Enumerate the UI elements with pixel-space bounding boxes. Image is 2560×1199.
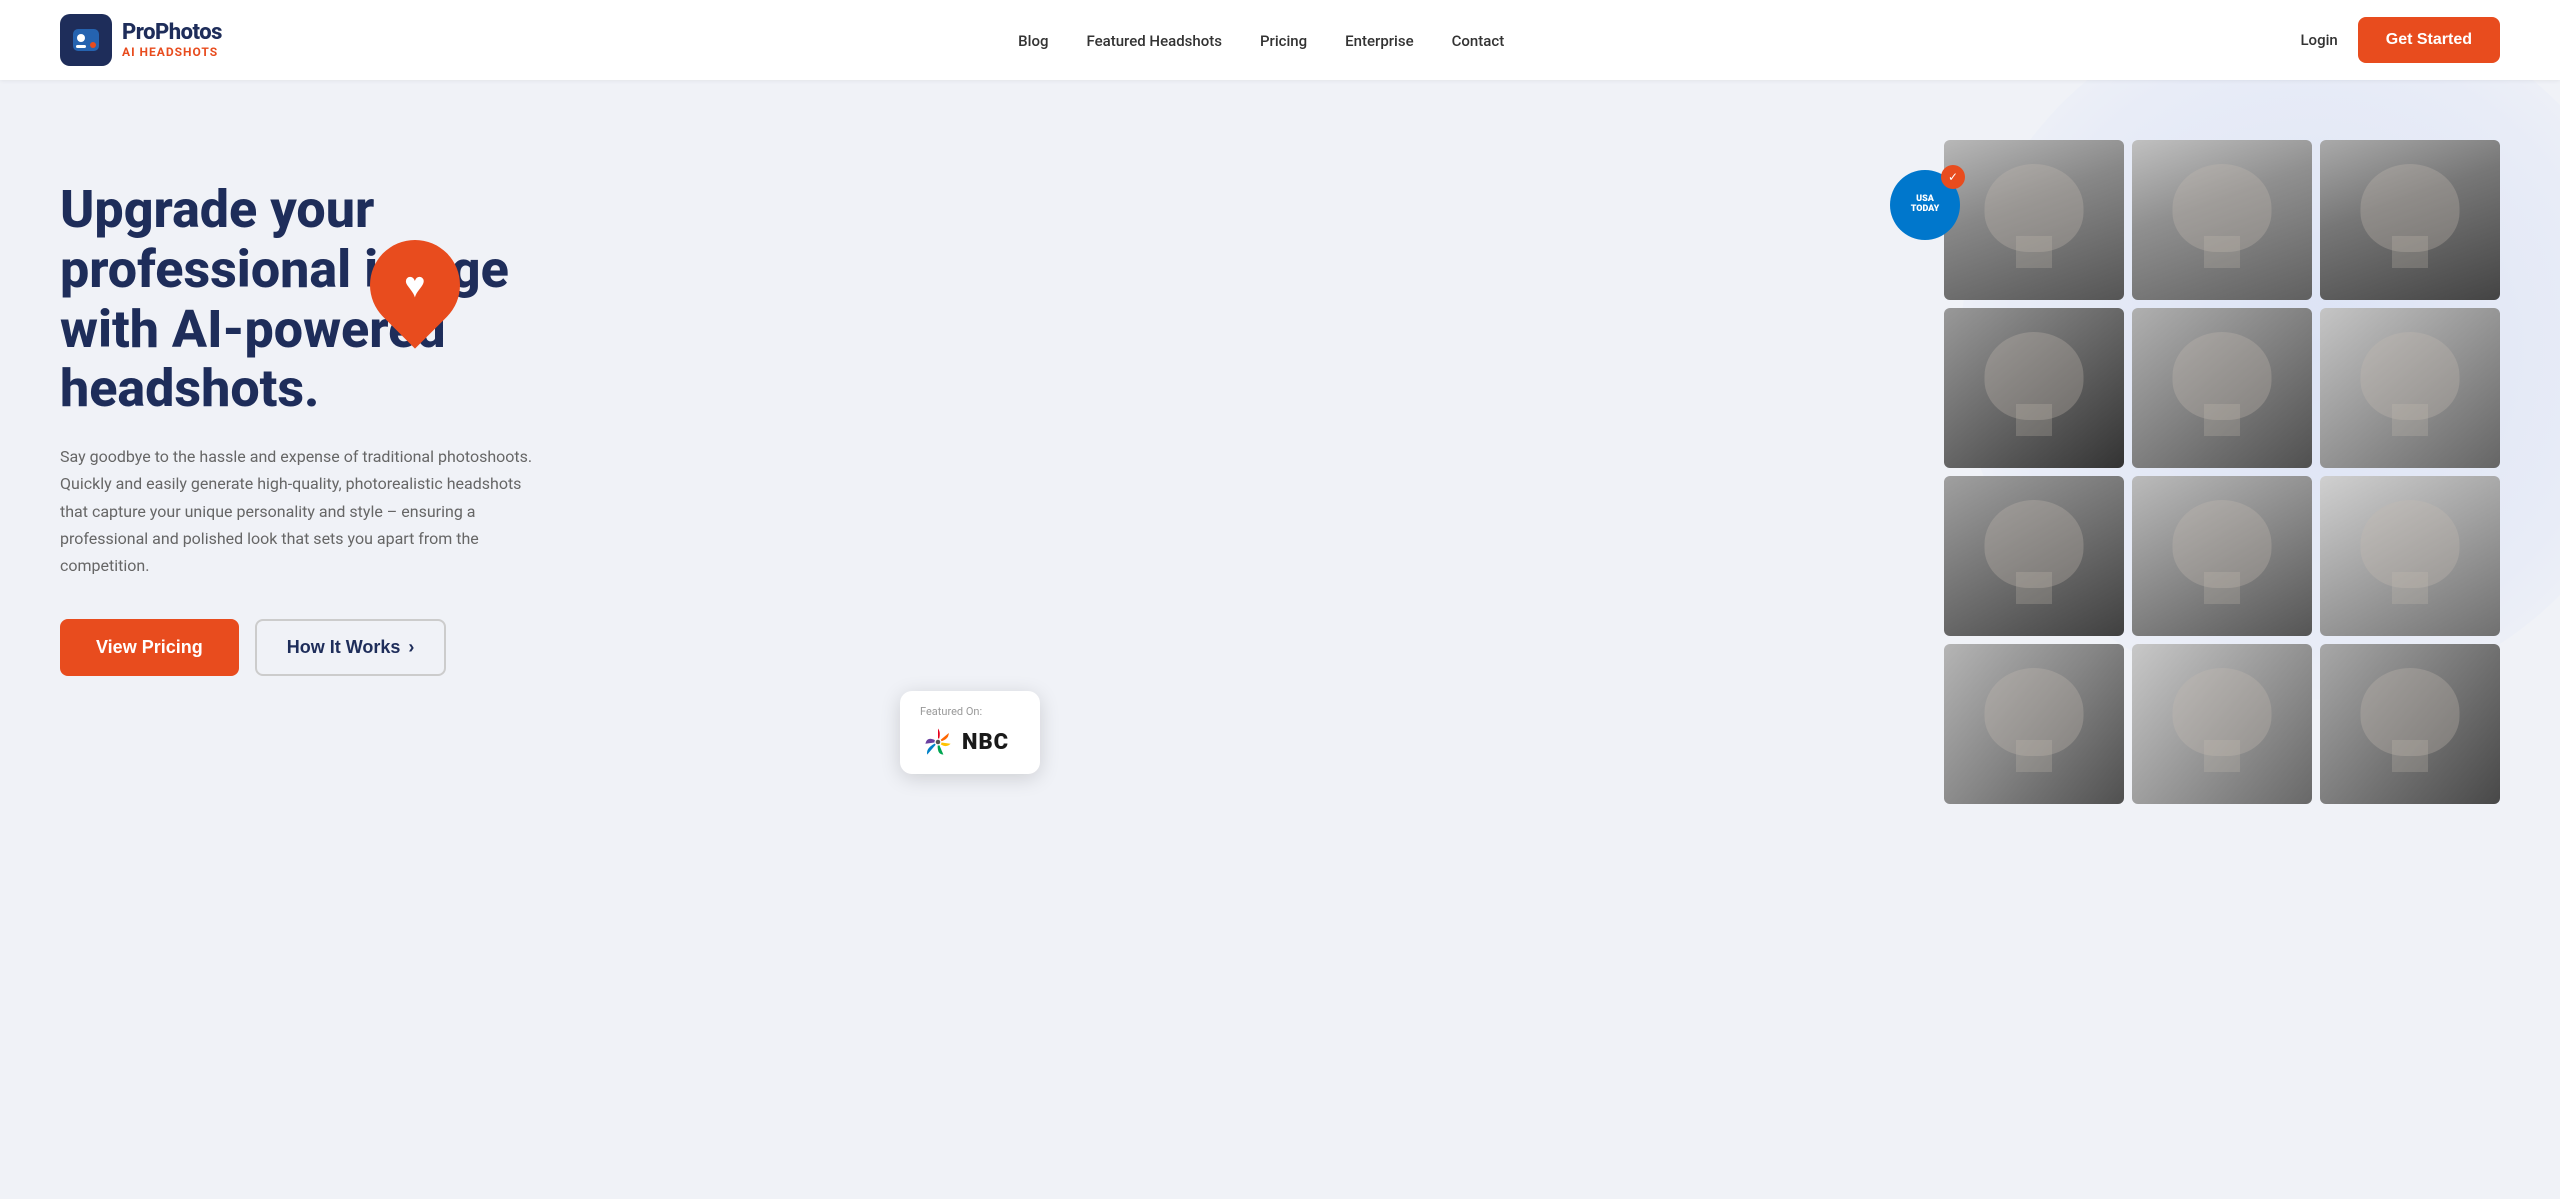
photo-cell-9	[2320, 476, 2500, 636]
logo-area: ProPhotos AI HEADSHOTS	[60, 14, 222, 66]
nav-item-pricing[interactable]: Pricing	[1260, 31, 1307, 50]
photos-grid	[1944, 140, 2500, 804]
face-neck-2	[2204, 236, 2240, 268]
face-neck-8	[2204, 572, 2240, 604]
photo-cell-11	[2132, 644, 2312, 804]
hero-section: Upgrade your professional image with AI-…	[0, 80, 2560, 804]
photo-cell-3	[2320, 140, 2500, 300]
usa-today-badge: USA TODAY ✓	[1890, 170, 1960, 240]
navbar: ProPhotos AI HEADSHOTS Blog Featured Hea…	[0, 0, 2560, 80]
face-neck-11	[2204, 740, 2240, 772]
heart-icon: ♥	[404, 264, 425, 306]
nbc-text: NBC	[962, 730, 1009, 755]
nav-link-blog[interactable]: Blog	[1018, 32, 1048, 50]
nav-item-contact[interactable]: Contact	[1452, 31, 1505, 50]
nav-item-featured[interactable]: Featured Headshots	[1086, 31, 1221, 50]
featured-on-card: Featured On: NBC	[900, 691, 1040, 774]
nav-link-enterprise[interactable]: Enterprise	[1345, 32, 1413, 50]
photo-cell-4	[1944, 308, 2124, 468]
logo-icon	[60, 14, 112, 66]
how-it-works-button[interactable]: How It Works ›	[255, 619, 447, 676]
face-neck-1	[2016, 236, 2052, 268]
featured-on-label: Featured On:	[920, 705, 1020, 718]
nav-link-contact[interactable]: Contact	[1452, 32, 1505, 50]
nav-link-pricing[interactable]: Pricing	[1260, 32, 1307, 50]
photo-cell-8	[2132, 476, 2312, 636]
photo-cell-5	[2132, 308, 2312, 468]
photo-cell-12	[2320, 644, 2500, 804]
nbc-logo: NBC	[920, 724, 1020, 760]
face-neck-3	[2392, 236, 2428, 268]
view-pricing-button[interactable]: View Pricing	[60, 619, 239, 676]
face-neck-10	[2016, 740, 2052, 772]
face-neck-5	[2204, 404, 2240, 436]
usa-today-line2: TODAY	[1911, 205, 1940, 215]
nav-item-blog[interactable]: Blog	[1018, 31, 1048, 50]
logo-text-area: ProPhotos AI HEADSHOTS	[122, 21, 222, 58]
photo-cell-2	[2132, 140, 2312, 300]
nav-item-enterprise[interactable]: Enterprise	[1345, 31, 1413, 50]
nav-right: Login Get Started	[2300, 17, 2500, 63]
get-started-button[interactable]: Get Started	[2358, 17, 2500, 63]
face-neck-7	[2016, 572, 2052, 604]
how-it-works-arrow: ›	[408, 637, 414, 658]
photo-cell-7	[1944, 476, 2124, 636]
hero-buttons: View Pricing How It Works ›	[60, 619, 580, 676]
photo-cell-6	[2320, 308, 2500, 468]
face-neck-4	[2016, 404, 2052, 436]
brand-name: ProPhotos	[122, 21, 222, 45]
hero-left: Upgrade your professional image with AI-…	[60, 140, 580, 676]
face-neck-9	[2392, 572, 2428, 604]
nav-links: Blog Featured Headshots Pricing Enterpri…	[1018, 31, 1504, 50]
photo-cell-10	[1944, 644, 2124, 804]
hero-right: USA TODAY ✓	[580, 140, 2500, 804]
check-badge: ✓	[1941, 165, 1965, 189]
login-link[interactable]: Login	[2300, 31, 2337, 49]
hero-title: Upgrade your professional image with AI-…	[60, 180, 580, 419]
how-it-works-label: How It Works	[287, 637, 401, 658]
nav-link-featured[interactable]: Featured Headshots	[1086, 32, 1221, 50]
hero-subtitle: Say goodbye to the hassle and expense of…	[60, 443, 540, 579]
face-neck-6	[2392, 404, 2428, 436]
brand-ai-label: AI HEADSHOTS	[122, 46, 222, 59]
face-neck-12	[2392, 740, 2428, 772]
nbc-peacock-icon	[920, 724, 956, 760]
photo-cell-1	[1944, 140, 2124, 300]
